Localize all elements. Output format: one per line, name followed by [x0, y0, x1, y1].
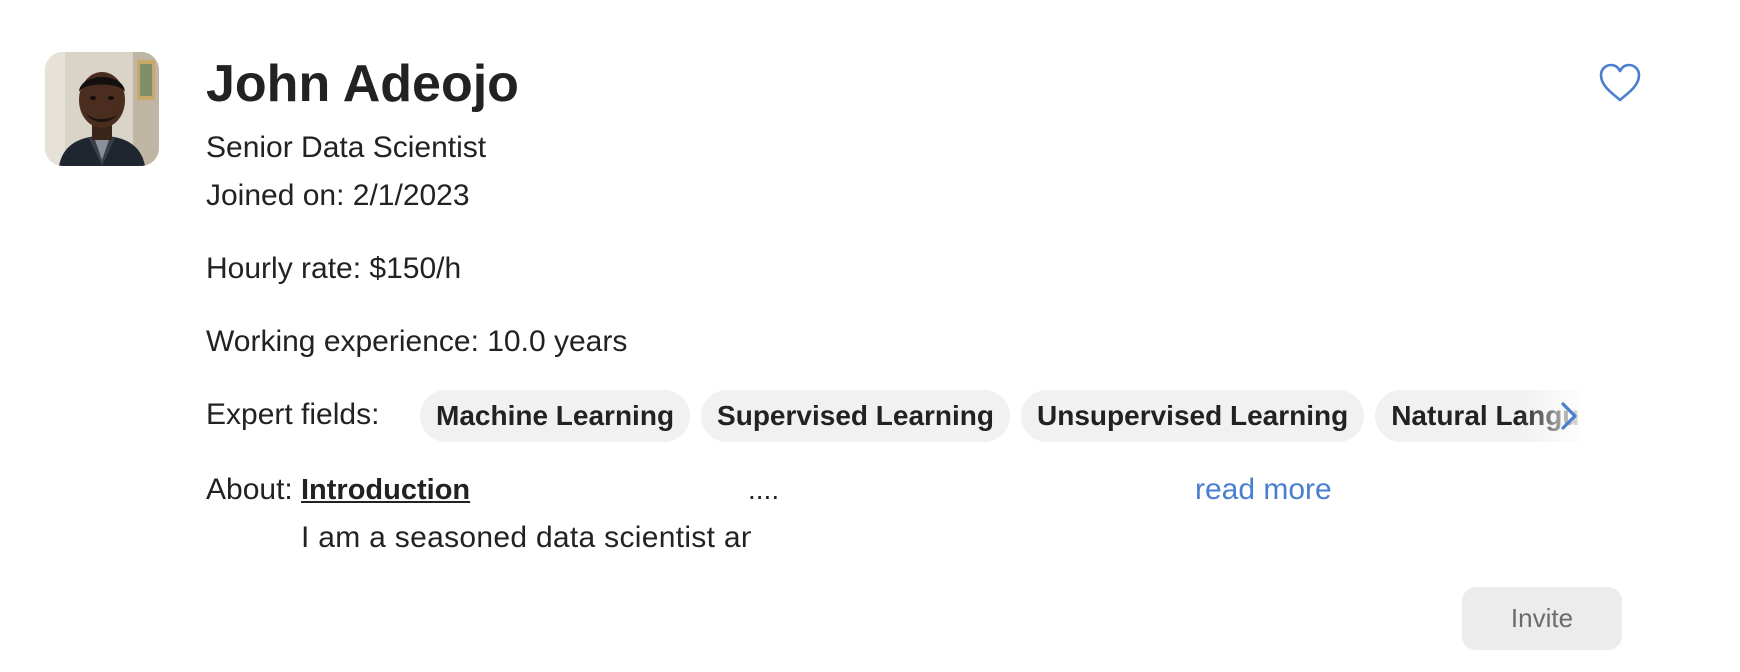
joined-date: Joined on: 2/1/2023: [206, 179, 470, 212]
avatar[interactable]: [45, 52, 159, 166]
expert-fields-list: Machine Learning Supervised Learning Uns…: [420, 390, 1580, 442]
candidate-name: John Adeojo: [206, 55, 519, 113]
expert-field-chip[interactable]: Unsupervised Learning: [1021, 390, 1365, 442]
about-text: I am a seasoned data scientist and: [301, 521, 751, 554]
chevron-right-icon[interactable]: [1558, 400, 1580, 432]
candidate-card: John Adeojo Senior Data Scientist Joined…: [0, 0, 1740, 672]
invite-button[interactable]: Invite: [1462, 587, 1622, 650]
expert-field-chip[interactable]: Machine Learning: [420, 390, 691, 442]
heart-icon[interactable]: [1598, 62, 1642, 104]
working-experience: Working experience: 10.0 years: [206, 325, 628, 358]
expert-field-chip[interactable]: Supervised Learning: [701, 390, 1011, 442]
expert-fields-label: Expert fields:: [206, 398, 380, 431]
about-ellipsis: ....: [748, 474, 780, 505]
about-label: About:: [206, 473, 293, 506]
expert-field-chip[interactable]: Natural Language: [1375, 390, 1580, 442]
person-photo-icon: [45, 52, 159, 166]
read-more-link[interactable]: read more: [1195, 472, 1332, 508]
about-heading: Introduction: [301, 474, 471, 506]
job-title: Senior Data Scientist: [206, 131, 487, 164]
hourly-rate: Hourly rate: $150/h: [206, 252, 462, 285]
